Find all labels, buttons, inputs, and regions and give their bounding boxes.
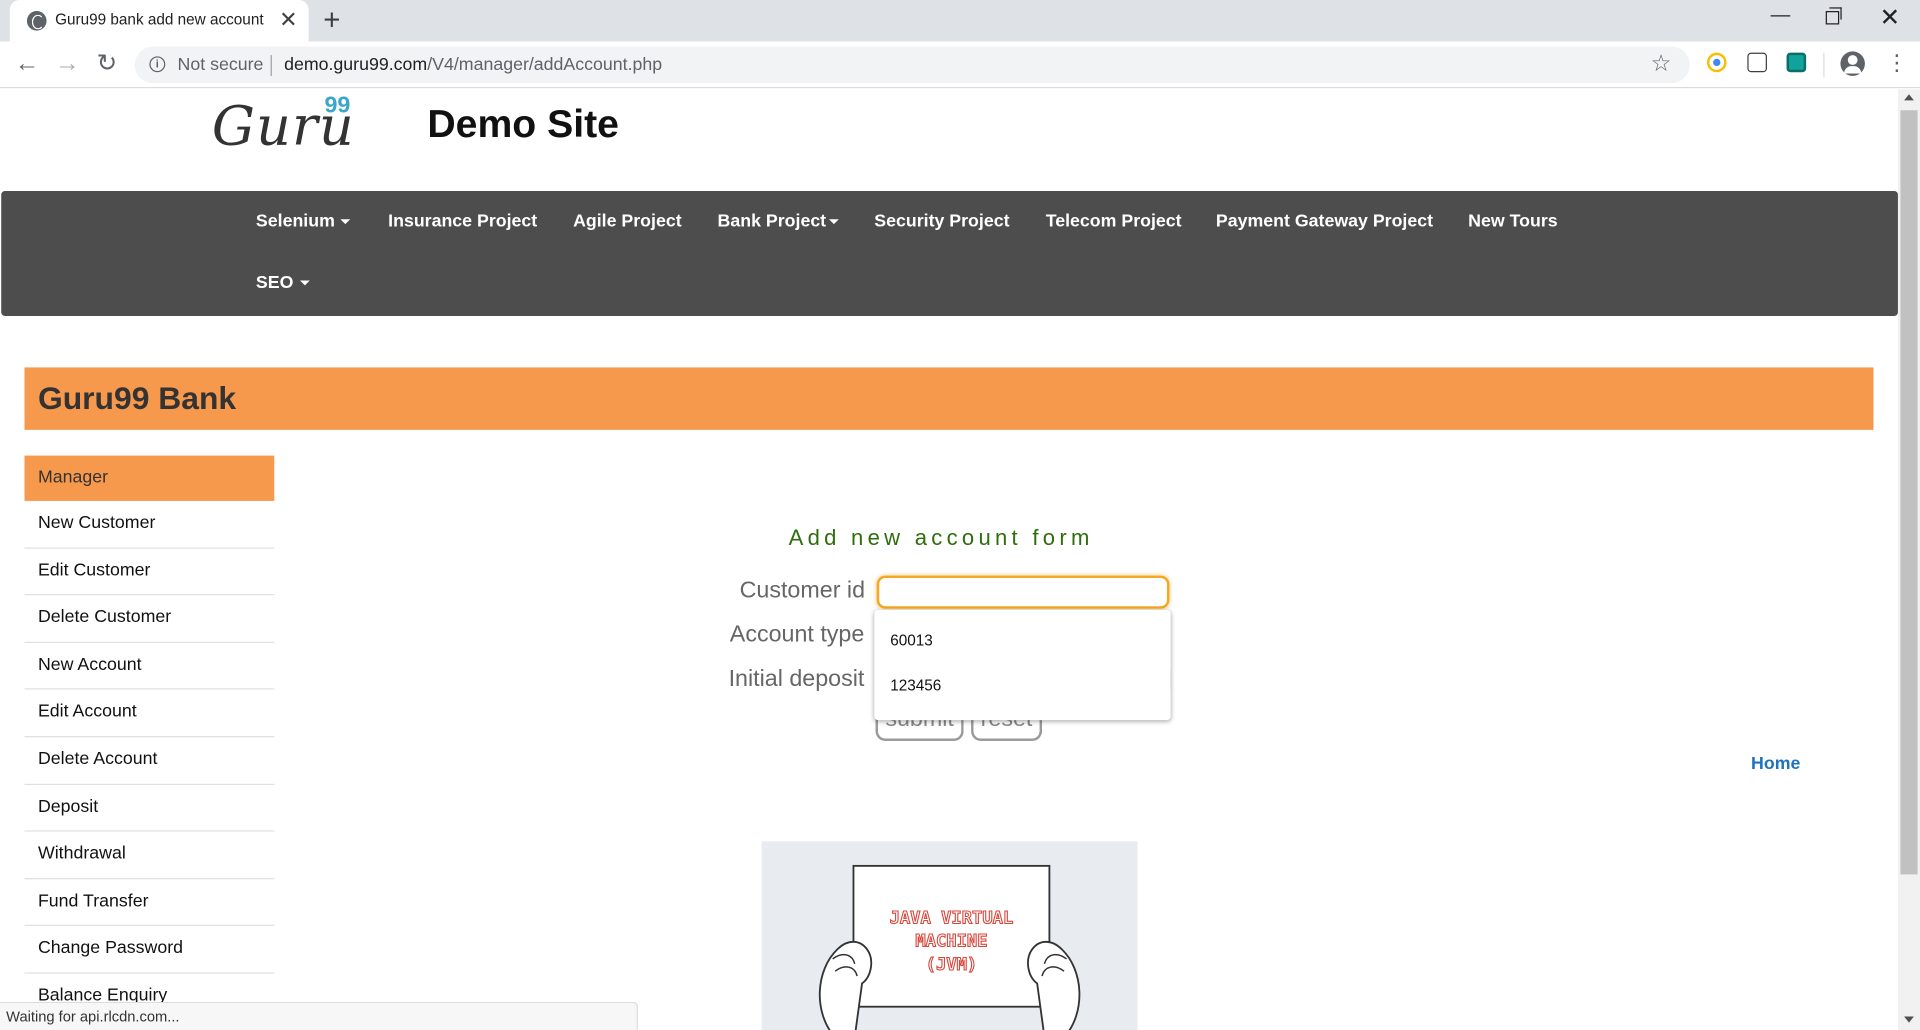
more-menu-icon[interactable]: ⋮ (1886, 50, 1908, 74)
vertical-scrollbar[interactable] (1897, 89, 1920, 1030)
main-navbar: Selenium Insurance Project Agile Project… (1, 191, 1898, 316)
site-title: Demo Site (427, 101, 619, 146)
url-text[interactable]: demo.guru99.com/V4/manager/addAccount.ph… (284, 55, 662, 75)
home-link[interactable]: Home (1751, 754, 1800, 774)
sidebar-menu: Manager New Customer Edit Customer Delet… (24, 455, 275, 1021)
sign-line: (JVM) (926, 955, 978, 975)
url-path: /V4/manager/addAccount.php (427, 55, 663, 75)
nav-label: Bank Project (717, 211, 827, 232)
nav-payment-gateway-project[interactable]: Payment Gateway Project (1216, 212, 1433, 232)
logo-superscript: 99 (324, 93, 351, 119)
info-icon[interactable]: i (149, 56, 166, 73)
browser-tab-strip: Guru99 bank add new account ✕ + — ✕ (0, 0, 1920, 42)
autocomplete-option[interactable]: 123456 (890, 677, 941, 694)
browser-tab[interactable]: Guru99 bank add new account ✕ (9, 0, 309, 42)
nav-telecom-project[interactable]: Telecom Project (1046, 212, 1182, 232)
globe-icon (26, 11, 47, 31)
nav-insurance-project[interactable]: Insurance Project (388, 212, 537, 232)
scroll-thumb[interactable] (1900, 110, 1918, 875)
status-text: Waiting for api.rlcdn.com... (6, 1007, 180, 1026)
autocomplete-option[interactable]: 60013 (890, 632, 933, 649)
sidebar-item-delete-customer[interactable]: Delete Customer (24, 595, 275, 643)
autocomplete-dropdown: 60013 123456 (874, 609, 1171, 721)
account-type-label: Account type (729, 622, 865, 648)
divider (270, 55, 272, 76)
bank-title: Guru99 Bank (37, 379, 237, 417)
back-arrow-icon[interactable]: ← (15, 49, 39, 78)
nav-selenium[interactable]: Selenium (255, 211, 351, 232)
profile-icon[interactable] (1840, 51, 1865, 76)
close-tab-icon[interactable]: ✕ (279, 7, 297, 31)
sidebar-item-manager[interactable]: Manager (24, 455, 275, 501)
sign-line: JAVA VIRTUAL (890, 908, 1014, 928)
address-bar[interactable]: i Not secure demo.guru99.com/V4/manager/… (134, 46, 1690, 84)
restore-icon[interactable] (1825, 7, 1842, 25)
window-close-icon[interactable]: ✕ (1880, 4, 1901, 33)
status-bar: Waiting for api.rlcdn.com... (0, 1001, 638, 1030)
sidebar-item-deposit[interactable]: Deposit (24, 784, 275, 832)
tab-title: Guru99 bank add new account (55, 11, 264, 29)
caret-down-icon (299, 280, 310, 286)
caret-down-icon (828, 219, 839, 225)
nav-label: SEO (255, 273, 294, 293)
customer-id-label: Customer id (739, 578, 866, 604)
extension-icon[interactable] (1786, 52, 1807, 73)
sidebar-item-edit-account[interactable]: Edit Account (24, 690, 275, 738)
sidebar-item-fund-transfer[interactable]: Fund Transfer (24, 879, 275, 927)
jvm-sign-drawing: JAVA VIRTUAL MACHINE (JVM) (818, 864, 1081, 1030)
browser-toolbar: ← → ↻ i Not secure demo.guru99.com/V4/ma… (0, 41, 1920, 89)
new-tab-button[interactable]: + (323, 4, 340, 38)
sidebar-item-change-password[interactable]: Change Password (24, 926, 275, 974)
reload-icon[interactable]: ↻ (97, 49, 118, 78)
minimize-icon[interactable]: — (1771, 5, 1791, 27)
scroll-up-arrow-icon[interactable] (1904, 94, 1914, 101)
nav-bank-project[interactable]: Bank Project (717, 211, 839, 232)
scroll-down-arrow-icon[interactable] (1904, 1016, 1914, 1023)
bank-header-bar: Guru99 Bank (24, 367, 1874, 430)
divider (1823, 52, 1825, 78)
nav-seo[interactable]: SEO (255, 273, 310, 293)
nav-security-project[interactable]: Security Project (874, 212, 1009, 232)
sidebar-item-new-account[interactable]: New Account (24, 643, 275, 690)
forward-arrow-icon[interactable]: → (55, 49, 79, 78)
initial-deposit-label: Initial deposit (728, 666, 865, 692)
sidebar-item-edit-customer[interactable]: Edit Customer (24, 548, 275, 596)
sign-line: MACHINE (915, 932, 987, 952)
nav-new-tours[interactable]: New Tours (1468, 212, 1557, 232)
not-secure-label: Not secure (177, 55, 264, 75)
sidebar-item-delete-account[interactable]: Delete Account (24, 737, 275, 785)
extension-icon[interactable] (1747, 52, 1767, 73)
nav-agile-project[interactable]: Agile Project (573, 212, 682, 232)
sidebar-item-new-customer[interactable]: New Customer (24, 501, 275, 549)
sidebar-item-withdrawal[interactable]: Withdrawal (24, 832, 275, 880)
extension-icon[interactable] (1706, 52, 1727, 73)
page: Guru 99 Demo Site Selenium Insurance Pro… (0, 89, 1898, 1030)
caret-down-icon (340, 219, 351, 225)
jvm-illustration[interactable]: JAVA VIRTUAL MACHINE (JVM) (761, 841, 1138, 1030)
customer-id-input[interactable] (876, 575, 1170, 609)
bookmark-star-icon[interactable]: ☆ (1651, 50, 1672, 78)
form-title: Add new account form (788, 525, 1094, 550)
nav-label: Selenium (255, 211, 335, 232)
url-host: demo.guru99.com (284, 55, 428, 75)
